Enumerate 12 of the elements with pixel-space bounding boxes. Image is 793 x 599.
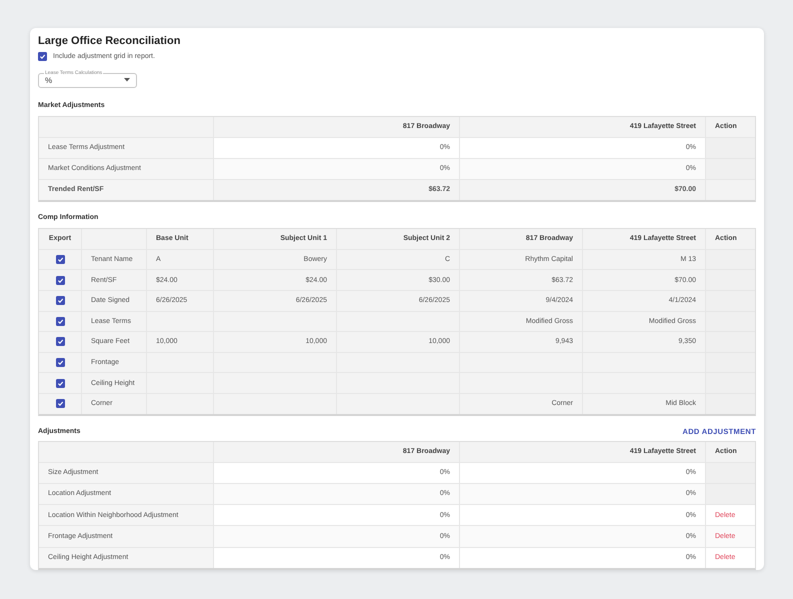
checkbox[interactable] [56,399,64,408]
checkbox[interactable] [56,358,64,368]
checkbox[interactable] [56,337,64,346]
checkbox[interactable] [56,276,64,285]
select-value: % [45,76,52,85]
checkbox[interactable] [56,378,64,388]
page-title: Large Office Reconciliation [38,35,182,47]
checkbox[interactable] [38,52,47,61]
checkbox[interactable] [56,316,64,326]
checkbox[interactable] [56,296,64,306]
checkbox[interactable] [56,255,64,264]
dropdown-caret-icon [124,78,130,82]
